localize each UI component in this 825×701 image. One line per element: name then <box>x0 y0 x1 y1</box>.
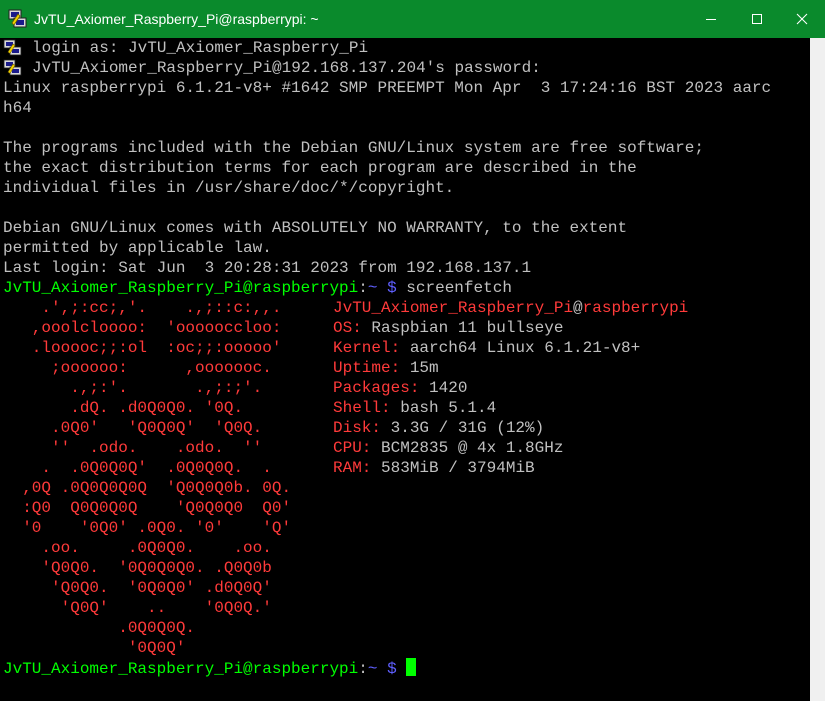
command-text: screenfetch <box>406 279 512 297</box>
putty-icon[interactable] <box>8 9 28 29</box>
info-value: 3.3G / 31G (12%) <box>390 419 545 437</box>
info-key: OS: <box>333 319 372 337</box>
info-os: OS: Raspbian 11 bullseye <box>333 318 563 338</box>
vertical-scrollbar[interactable] <box>810 38 825 701</box>
prompt-colon: : <box>358 279 368 297</box>
logo-line: '0Q0Q' <box>3 639 311 657</box>
maximize-button[interactable] <box>734 0 780 38</box>
text-cursor <box>406 658 417 676</box>
last-login-line: Last login: Sat Jun 3 20:28:31 2023 from… <box>3 259 532 277</box>
logo-line: ;oooooo: ,ooooooc. <box>3 359 311 377</box>
logo-line: .oo. .0Q0Q0. .oo. <box>3 539 311 557</box>
info-kernel: Kernel: aarch64 Linux 6.1.21-v8+ <box>333 338 640 358</box>
info-key: Kernel: <box>333 339 410 357</box>
title-bar[interactable]: JvTU_Axiomer_Raspberry_Pi@raspberrypi: ~ <box>0 0 825 38</box>
logo-line: '0 '0Q0' .0Q0. '0' 'Q' <box>3 519 301 537</box>
logo-line: .,;:'. .,;:;'. <box>3 379 311 397</box>
logo-line: .0Q0' 'Q0Q0Q' 'Q0Q. <box>3 419 301 437</box>
putty-small-icon <box>3 39 23 57</box>
close-button[interactable] <box>779 0 825 38</box>
info-value: 583MiB / 3794MiB <box>381 459 535 477</box>
info-value: Raspbian 11 bullseye <box>371 319 564 337</box>
logo-line: 'Q0Q0. '0Q0Q0Q0. .Q0Q0b <box>3 559 311 577</box>
terminal-window: JvTU_Axiomer_Raspberry_Pi@raspberrypi: ~ <box>0 0 825 701</box>
info-key: RAM: <box>333 459 382 477</box>
maximize-icon <box>752 14 762 24</box>
logo-line: 'Q0Q' .. '0Q0Q.' <box>3 599 311 617</box>
info-key: Shell: <box>333 399 401 417</box>
logo-line: .',;:cc;,'. .,;::c:,,. <box>3 299 311 317</box>
logo-line: .0Q0Q0Q. <box>3 619 311 637</box>
command-prompt-line: JvTU_Axiomer_Raspberry_Pi@raspberrypi:~ … <box>3 278 512 298</box>
minimize-icon <box>706 19 716 20</box>
logo-line: :Q0 Q0Q0Q0Q 'Q0Q0Q0 Q0' <box>3 499 301 517</box>
motd-line: the exact distribution terms for each pr… <box>3 159 637 177</box>
info-value: 15m <box>409 359 439 377</box>
prompt-symbol: $ <box>377 660 407 678</box>
info-packages: Packages: 1420 <box>333 378 467 398</box>
info-cpu: CPU: BCM2835 @ 4x 1.8GHz <box>333 438 563 458</box>
info-disk: Disk: 3.3G / 31G (12%) <box>333 418 544 438</box>
info-at: @ <box>573 299 583 317</box>
password-line: JvTU_Axiomer_Raspberry_Pi@192.168.137.20… <box>32 59 541 77</box>
terminal-output[interactable]: login as: JvTU_Axiomer_Raspberry_Pi JvTU… <box>0 38 810 701</box>
logo-line: '' .odo. .odo. '' <box>3 439 311 457</box>
info-key: Uptime: <box>333 359 410 377</box>
putty-small-icon <box>3 59 23 77</box>
info-key: CPU: <box>333 439 382 457</box>
motd-line: The programs included with the Debian GN… <box>3 139 704 157</box>
info-key: Packages: <box>333 379 430 397</box>
info-host: raspberrypi <box>582 299 689 317</box>
motd-line: permitted by applicable law. <box>3 239 272 257</box>
logo-line: ,0Q .0Q0Q0Q0Q 'Q0Q0Q0b. 0Q. <box>3 479 301 497</box>
info-value: 1420 <box>429 379 468 397</box>
prompt-user-host: JvTU_Axiomer_Raspberry_Pi@raspberrypi <box>3 279 359 297</box>
info-shell: Shell: bash 5.1.4 <box>333 398 496 418</box>
logo-line: 'Q0Q0. '0Q0Q0' .d0Q0Q' <box>3 579 311 597</box>
active-prompt-line[interactable]: JvTU_Axiomer_Raspberry_Pi@raspberrypi:~ … <box>3 658 417 678</box>
logo-line: . .0Q0Q0Q' .0Q0Q0Q. . <box>3 459 301 477</box>
info-user-host: JvTU_Axiomer_Raspberry_Pi@raspberrypi <box>333 298 688 318</box>
info-uptime: Uptime: 15m <box>333 358 439 378</box>
motd-line: individual files in /usr/share/doc/*/cop… <box>3 179 455 197</box>
prompt-symbol: $ <box>377 279 407 297</box>
info-ram: RAM: 583MiB / 3794MiB <box>333 458 535 478</box>
window-title: JvTU_Axiomer_Raspberry_Pi@raspberrypi: ~ <box>34 11 319 27</box>
uname-line: Linux raspberrypi 6.1.21-v8+ #1642 SMP P… <box>3 79 772 97</box>
info-value: aarch64 Linux 6.1.21-v8+ <box>409 339 641 357</box>
close-icon <box>796 13 808 25</box>
info-value: BCM2835 @ 4x 1.8GHz <box>381 439 564 457</box>
info-user: JvTU_Axiomer_Raspberry_Pi <box>333 299 574 317</box>
info-value: bash 5.1.4 <box>400 399 497 417</box>
info-key: Disk: <box>333 419 391 437</box>
login-line: login as: JvTU_Axiomer_Raspberry_Pi <box>32 39 369 57</box>
logo-line: .dQ. .d0Q0Q0. '0Q. <box>3 399 301 417</box>
prompt-colon: : <box>358 660 368 678</box>
prompt-user-host: JvTU_Axiomer_Raspberry_Pi@raspberrypi <box>3 660 359 678</box>
logo-line: ,ooolcloooo: 'oooooccloo: <box>3 319 311 337</box>
logo-line: .looooc;;:ol :oc;;:ooooo' <box>3 339 311 357</box>
motd-line: Debian GNU/Linux comes with ABSOLUTELY N… <box>3 219 628 237</box>
uname-line-wrap: h64 <box>3 99 32 117</box>
minimize-button[interactable] <box>688 0 734 38</box>
